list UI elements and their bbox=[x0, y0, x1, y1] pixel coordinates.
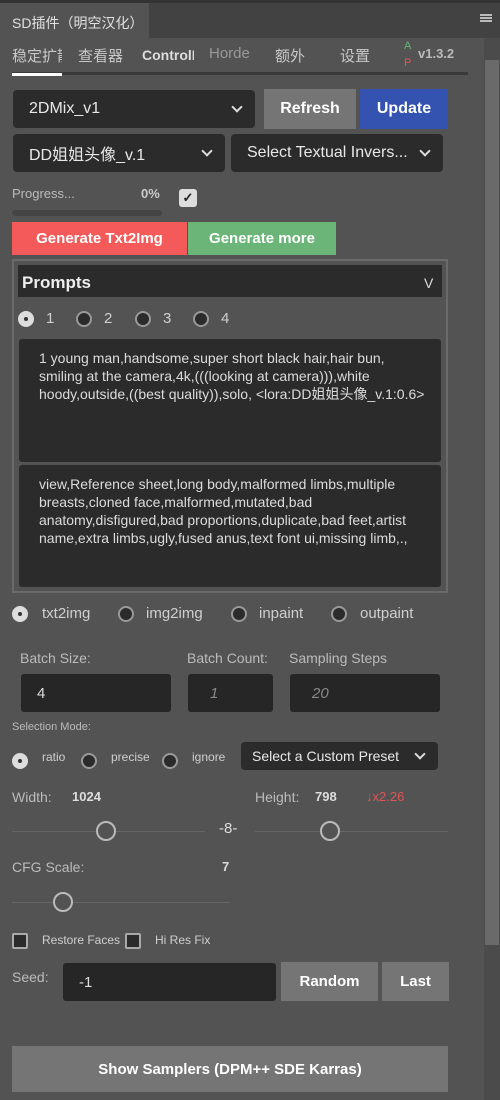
width-label: Width: bbox=[12, 789, 52, 805]
prompt-radio-1[interactable] bbox=[18, 311, 34, 327]
scale-factor: ↓x2.26 bbox=[366, 789, 405, 804]
height-slider-thumb[interactable] bbox=[320, 821, 340, 841]
batch-count-label: Batch Count: bbox=[187, 650, 268, 666]
positive-prompt-textarea[interactable]: 1 young man,handsome,super short black h… bbox=[19, 339, 441, 462]
prompts-collapse-icon[interactable]: V bbox=[424, 275, 433, 291]
progress-checkbox[interactable]: ✓ bbox=[179, 189, 197, 207]
mode-label-txt2img: txt2img bbox=[42, 605, 91, 622]
update-button[interactable]: Update bbox=[360, 89, 448, 129]
hires-fix-checkbox[interactable] bbox=[125, 933, 141, 949]
prompt-radio-3[interactable] bbox=[135, 311, 151, 327]
selection-radio-ignore[interactable] bbox=[162, 753, 178, 769]
model-select[interactable]: 2DMix_v1 bbox=[13, 90, 255, 128]
selection-radio-precise[interactable] bbox=[81, 753, 97, 769]
selection-radio-ratio[interactable] bbox=[12, 753, 28, 769]
version-a: A bbox=[404, 40, 412, 52]
selection-label-ignore: ignore bbox=[192, 750, 226, 764]
panel-menu-icon[interactable] bbox=[480, 14, 492, 22]
prompt-radio-label-1: 1 bbox=[46, 310, 55, 327]
chevron-down-icon bbox=[414, 748, 426, 760]
lora-value: DD姐姐头像_v.1 bbox=[29, 147, 146, 164]
panel-title-tab[interactable]: SD插件（明空汉化） bbox=[0, 3, 149, 38]
prompt-radio-label-4: 4 bbox=[221, 310, 230, 327]
last-seed-button[interactable]: Last bbox=[382, 962, 449, 1001]
chevron-down-icon bbox=[231, 101, 243, 113]
height-slider-track[interactable] bbox=[255, 831, 448, 832]
width-slider-thumb[interactable] bbox=[96, 821, 116, 841]
cfg-slider-thumb[interactable] bbox=[53, 892, 73, 912]
mode-radio-txt2img[interactable] bbox=[12, 606, 28, 622]
custom-preset-value: Select a Custom Preset bbox=[252, 748, 400, 764]
negative-prompt-textarea[interactable]: view,Reference sheet,long body,malformed… bbox=[19, 465, 441, 587]
sampling-steps-label: Sampling Steps bbox=[289, 650, 388, 666]
tab-extras[interactable]: 额外 bbox=[275, 45, 305, 66]
seed-input[interactable]: -1 bbox=[63, 963, 276, 1001]
width-value: 1024 bbox=[72, 789, 101, 804]
link-aspect-icon[interactable]: -8- bbox=[219, 820, 237, 837]
version-label: v1.3.2 bbox=[418, 46, 455, 61]
prompts-title: Prompts bbox=[22, 273, 91, 292]
model-value: 2DMix_v1 bbox=[29, 100, 101, 117]
seed-label: Seed: bbox=[12, 969, 49, 985]
tab-viewer[interactable]: 查看器 bbox=[78, 45, 123, 66]
lora-select[interactable]: DD姐姐头像_v.1 bbox=[13, 134, 225, 172]
height-label: Height: bbox=[255, 789, 300, 805]
progress-bar bbox=[12, 210, 162, 216]
mode-radio-inpaint[interactable] bbox=[231, 606, 247, 622]
cfg-scale-label: CFG Scale: bbox=[12, 859, 85, 875]
mode-label-img2img: img2img bbox=[146, 605, 203, 622]
prompt-radio-2[interactable] bbox=[76, 311, 92, 327]
random-seed-button[interactable]: Random bbox=[281, 962, 378, 1001]
generate-more-button[interactable]: Generate more bbox=[188, 222, 336, 255]
tab-horde[interactable]: Horde bbox=[209, 45, 250, 62]
tab-settings[interactable]: 设置 bbox=[340, 45, 370, 66]
batch-size-input[interactable]: 4 bbox=[21, 674, 171, 712]
generate-button[interactable]: Generate Txt2Img bbox=[12, 222, 187, 255]
tab-controlnet[interactable]: ControlNet bbox=[142, 47, 194, 63]
cfg-slider-track[interactable] bbox=[12, 902, 230, 903]
restore-faces-checkbox[interactable] bbox=[12, 933, 28, 949]
tab-stable-diffusion[interactable]: 稳定扩散 bbox=[12, 45, 62, 66]
sampling-steps-input[interactable]: 20 bbox=[290, 674, 440, 712]
cfg-scale-value: 7 bbox=[222, 859, 230, 874]
restore-faces-label: Restore Faces bbox=[42, 933, 121, 947]
mode-radio-outpaint[interactable] bbox=[331, 606, 347, 622]
batch-count-input[interactable]: 1 bbox=[188, 674, 273, 712]
prompt-radio-label-3: 3 bbox=[163, 310, 172, 327]
progress-label: Progress... bbox=[12, 186, 75, 201]
mode-radio-img2img[interactable] bbox=[118, 606, 134, 622]
custom-preset-select[interactable]: Select a Custom Preset bbox=[241, 742, 438, 770]
refresh-button[interactable]: Refresh bbox=[264, 89, 356, 129]
hires-fix-label: Hi Res Fix bbox=[155, 933, 211, 947]
selection-mode-label: Selection Mode: bbox=[12, 721, 91, 733]
textual-inversion-select[interactable]: Select Textual Invers... bbox=[231, 134, 443, 172]
active-tab-indicator bbox=[12, 73, 62, 76]
scrollbar-thumb[interactable] bbox=[485, 60, 499, 945]
prompt-radio-4[interactable] bbox=[193, 311, 209, 327]
progress-value: 0% bbox=[141, 186, 160, 201]
chevron-down-icon bbox=[201, 145, 213, 157]
chevron-down-icon bbox=[419, 145, 431, 157]
mode-label-outpaint: outpaint bbox=[360, 605, 414, 622]
selection-label-precise: precise bbox=[111, 750, 150, 764]
batch-size-label: Batch Size: bbox=[20, 650, 91, 666]
mode-label-inpaint: inpaint bbox=[259, 605, 304, 622]
prompt-radio-label-2: 2 bbox=[104, 310, 113, 327]
height-value: 798 bbox=[315, 789, 337, 804]
show-samplers-button[interactable]: Show Samplers (DPM++ SDE Karras) bbox=[12, 1046, 448, 1092]
version-p: P bbox=[404, 57, 412, 69]
tab-divider bbox=[12, 72, 468, 75]
selection-label-ratio: ratio bbox=[42, 750, 66, 764]
textual-inversion-value: Select Textual Invers... bbox=[247, 144, 408, 161]
